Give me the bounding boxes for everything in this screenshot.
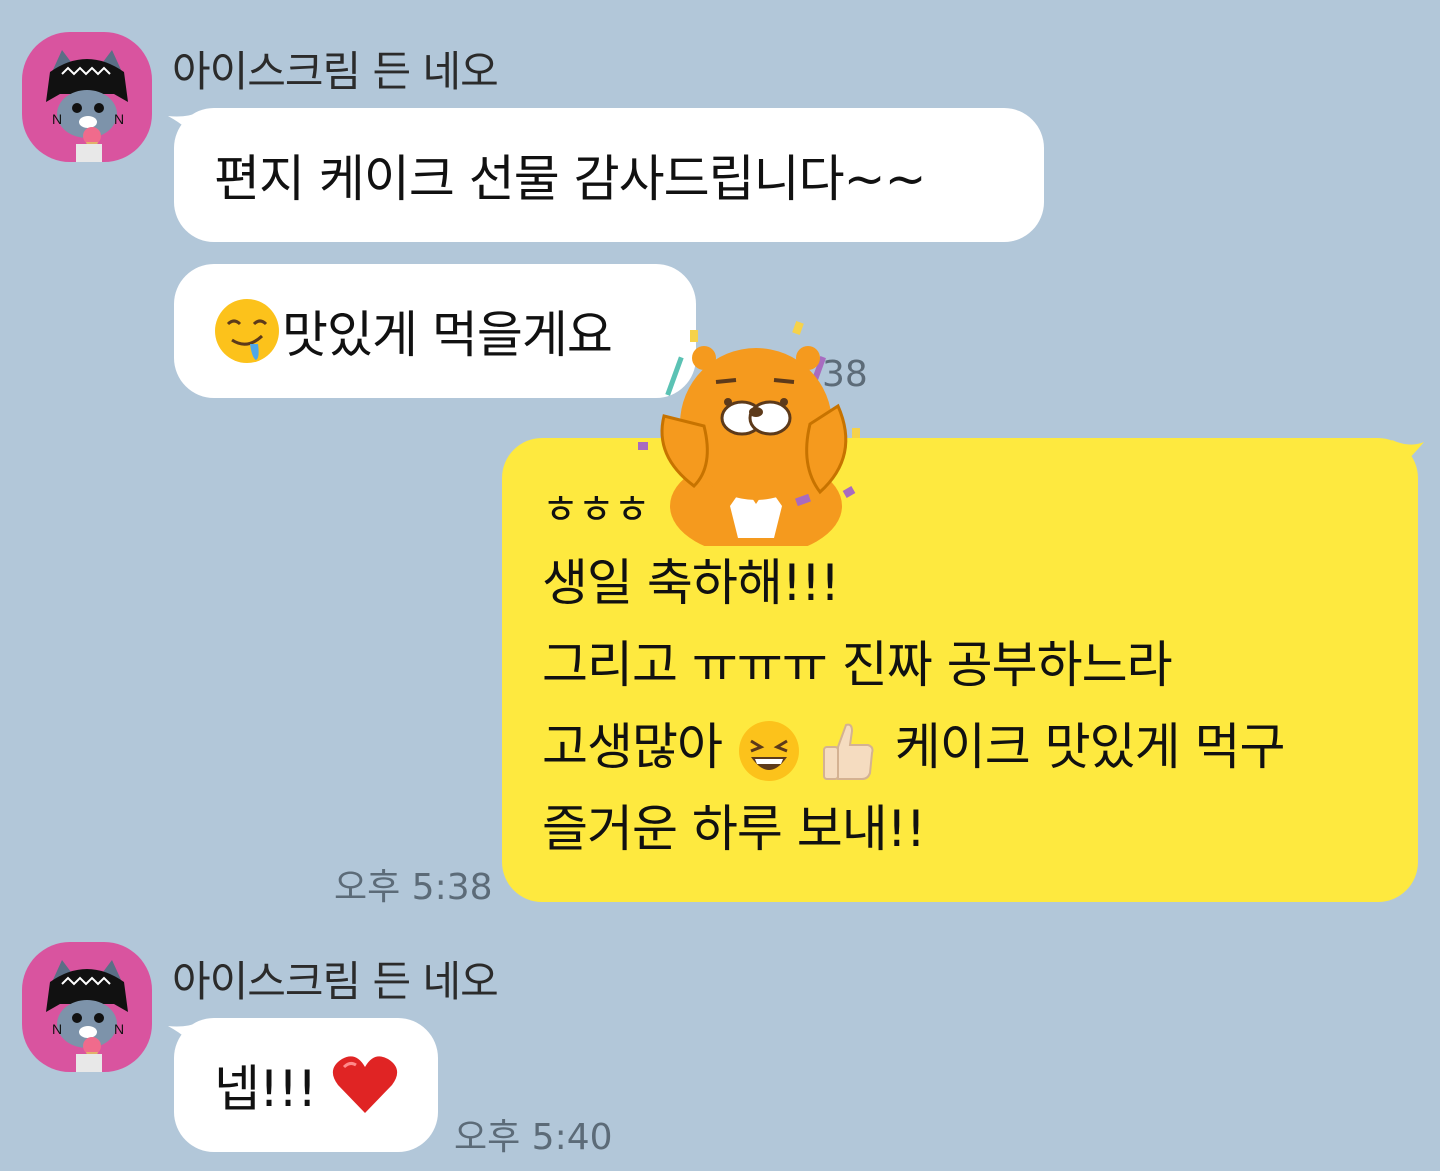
drooling-face-emoji-icon: [215, 299, 279, 363]
avatar[interactable]: N N: [22, 942, 152, 1072]
message-line: 즐거운 하루 보내!!: [542, 800, 926, 858]
message-text: 고생많아: [542, 718, 723, 776]
message-line: 생일 축하해!!!: [542, 554, 840, 612]
message-text: 넵!!!: [214, 1060, 317, 1118]
neo-character-icon: N N: [46, 960, 128, 1072]
sender-name: 아이스크림 든 네오: [172, 957, 499, 1006]
message-bubble[interactable]: 넵!!!: [174, 1018, 438, 1152]
svg-text:N: N: [114, 1021, 124, 1037]
message-text: 편지 케이크 선물 감사드립니다~~: [214, 150, 926, 208]
neo-character-icon: N N: [46, 50, 128, 162]
sender-name: 아이스크림 든 네오: [172, 47, 499, 96]
svg-text:N: N: [114, 111, 124, 127]
message-bubble[interactable]: 편지 케이크 선물 감사드립니다~~: [174, 108, 1044, 242]
message-line: 그리고 ㅠㅠㅠ 진짜 공부하느라: [542, 636, 1173, 694]
message-line-group: 고생많아 케이크 맛있게 먹구: [542, 706, 1418, 788]
red-heart-emoji-icon: [332, 1056, 398, 1113]
avatar[interactable]: N N: [22, 32, 152, 162]
svg-text:N: N: [52, 111, 62, 127]
message-text: 케이크 맛있게 먹구: [894, 718, 1286, 776]
message-bubble[interactable]: 맛있게 먹을게요: [174, 264, 696, 398]
message-text: 맛있게 먹을게요: [282, 306, 613, 364]
message-timestamp: 오후 5:40: [454, 1117, 613, 1158]
svg-text:N: N: [52, 1021, 62, 1037]
ryan-celebration-sticker-icon[interactable]: [624, 316, 880, 546]
message-timestamp: 오후 5:38: [334, 867, 493, 908]
thumbs-up-light-skin-emoji-icon: [822, 723, 874, 780]
grinning-squinting-face-emoji-icon: [738, 720, 799, 781]
